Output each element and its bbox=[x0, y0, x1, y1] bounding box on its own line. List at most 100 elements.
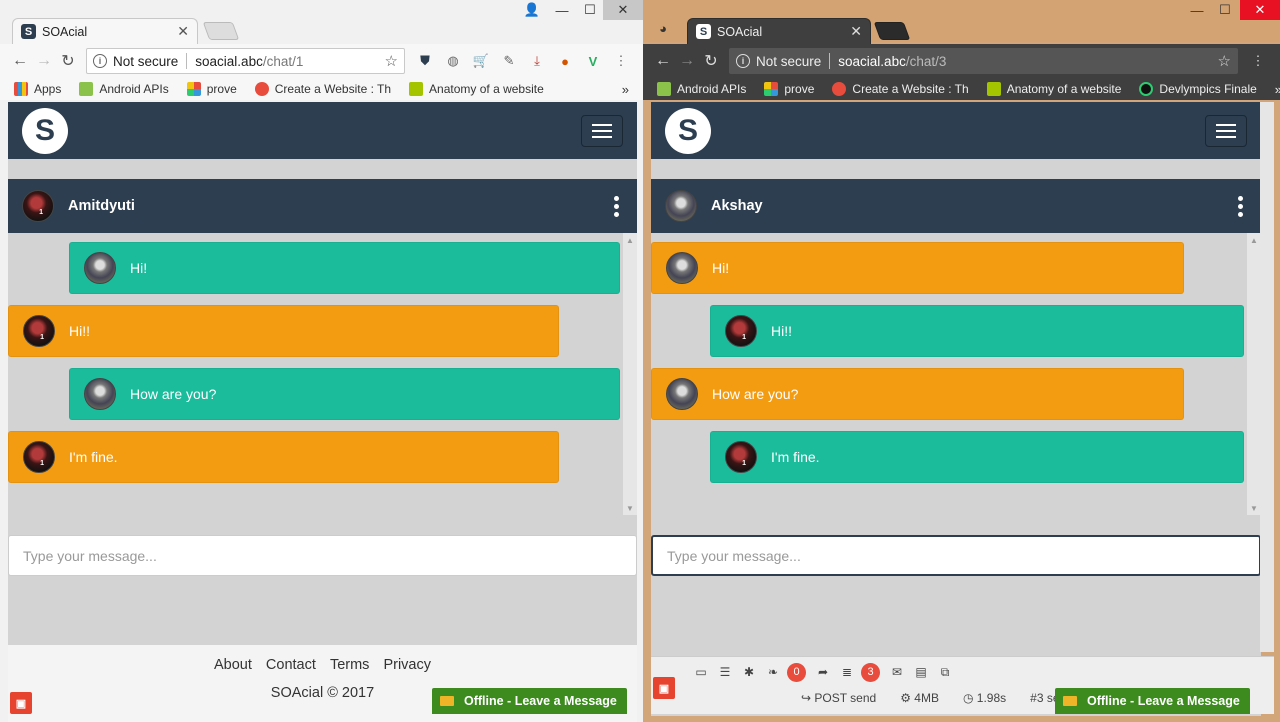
envelope-icon bbox=[1063, 696, 1077, 706]
reload-icon[interactable]: ↻ bbox=[56, 49, 80, 73]
android-icon bbox=[79, 82, 94, 96]
more-bookmarks-icon[interactable]: » bbox=[622, 82, 629, 97]
cart-icon[interactable]: 🛒 bbox=[470, 50, 492, 72]
bookmark-item[interactable]: Anatomy of a website bbox=[986, 82, 1121, 96]
chat-contact-name: Akshay bbox=[711, 198, 763, 214]
avatar bbox=[665, 190, 697, 222]
minimize-button[interactable]: — bbox=[548, 0, 576, 20]
debugbar-logo-icon[interactable]: ▣ bbox=[10, 692, 32, 714]
bookmark-item[interactable]: Apps bbox=[14, 82, 61, 96]
reload-icon[interactable]: ↻ bbox=[699, 49, 723, 73]
messages-icon[interactable]: ▭ bbox=[690, 661, 712, 683]
divider bbox=[186, 53, 188, 69]
queries-count-badge: 3 bbox=[861, 662, 880, 682]
bookmark-item[interactable]: Create a Website : Th bbox=[254, 82, 391, 96]
info-icon[interactable]: i bbox=[93, 54, 107, 68]
scroll-down-icon[interactable]: ▼ bbox=[623, 501, 637, 515]
site-icon bbox=[832, 82, 847, 96]
footer-link-contact[interactable]: Contact bbox=[266, 657, 316, 673]
exceptions-icon[interactable]: ✱ bbox=[738, 661, 760, 683]
scroll-down-icon[interactable]: ▼ bbox=[1247, 501, 1261, 515]
extension-icon[interactable]: ● bbox=[554, 50, 576, 72]
tags-icon[interactable]: ⧉ bbox=[934, 661, 956, 683]
bookmark-item[interactable]: Anatomy of a website bbox=[409, 82, 544, 96]
scroll-up-icon[interactable]: ▲ bbox=[1247, 233, 1261, 247]
chat-contact-name: Amitdyuti bbox=[68, 198, 135, 214]
hamburger-menu-button[interactable] bbox=[1205, 114, 1247, 147]
bookmark-item[interactable]: Create a Website : Th bbox=[832, 82, 969, 96]
scroll-up-icon[interactable]: ▲ bbox=[623, 233, 637, 247]
download-icon[interactable]: ⤓ bbox=[526, 50, 548, 72]
page-icon bbox=[409, 82, 424, 96]
session-icon[interactable]: ▤ bbox=[910, 661, 932, 683]
mail-icon[interactable]: ✉ bbox=[886, 661, 908, 683]
back-icon[interactable]: ← bbox=[8, 49, 32, 73]
offline-message-widget[interactable]: Offline - Leave a Message bbox=[432, 688, 627, 714]
menu-icon[interactable]: ⋮ bbox=[1247, 50, 1269, 72]
ublock-icon[interactable]: ⛊ bbox=[414, 50, 436, 72]
favicon-icon: S bbox=[21, 24, 36, 39]
chat-header: Amitdyuti bbox=[8, 179, 637, 233]
bookmark-star-icon[interactable]: ☆ bbox=[1218, 52, 1231, 70]
message-list: Hi! Hi!! How are you? I'm fine. bbox=[8, 233, 637, 515]
more-options-icon[interactable] bbox=[1238, 195, 1243, 217]
bookmarks-bar: Android APIs prove Create a Website : Th… bbox=[643, 78, 1280, 100]
footer-link-terms[interactable]: Terms bbox=[330, 657, 369, 673]
hamburger-menu-button[interactable] bbox=[581, 114, 623, 147]
avatar bbox=[666, 252, 698, 284]
tab-title: SOAcial bbox=[717, 24, 763, 39]
site-logo[interactable]: S bbox=[22, 107, 68, 154]
more-options-icon[interactable] bbox=[614, 195, 619, 217]
views-icon[interactable]: ❧ bbox=[762, 661, 784, 683]
avatar bbox=[23, 315, 55, 347]
new-tab-button[interactable] bbox=[873, 22, 911, 40]
timeline-icon[interactable]: ☰ bbox=[714, 661, 736, 683]
tab-close-icon[interactable]: ✕ bbox=[177, 23, 189, 40]
footer-link-privacy[interactable]: Privacy bbox=[383, 657, 431, 673]
message-scrollbar[interactable]: ▲ ▼ bbox=[1247, 233, 1261, 515]
new-tab-button[interactable] bbox=[202, 22, 240, 40]
address-bar[interactable]: i Not secure soacial.abc/chat/3 ☆ bbox=[729, 48, 1238, 74]
browser-tab[interactable]: S SOAcial ✕ bbox=[687, 18, 871, 44]
back-icon[interactable]: ← bbox=[651, 49, 675, 73]
page-scrollbar[interactable] bbox=[1260, 102, 1274, 652]
avatar bbox=[725, 441, 757, 473]
route-icon[interactable]: ➦ bbox=[812, 661, 834, 683]
close-window-button[interactable]: ✕ bbox=[603, 0, 643, 20]
maximize-button[interactable]: ☐ bbox=[1211, 0, 1239, 20]
page-viewport: S Akshay Hi! Hi!! How are you? I'm f bbox=[651, 102, 1261, 716]
debugbar-logo-icon[interactable]: ▣ bbox=[653, 677, 675, 699]
browser-tab[interactable]: S SOAcial ✕ bbox=[12, 18, 198, 44]
message-scrollbar[interactable]: ▲ ▼ bbox=[623, 233, 637, 515]
incognito-icon: ◕ bbox=[659, 20, 667, 36]
minimize-button[interactable]: — bbox=[1183, 0, 1211, 20]
address-bar[interactable]: i Not secure soacial.abc/chat/1 ☆ bbox=[86, 48, 405, 74]
globe-icon[interactable]: ◍ bbox=[442, 50, 464, 72]
info-icon[interactable]: i bbox=[736, 54, 750, 68]
site-logo[interactable]: S bbox=[665, 107, 711, 154]
close-window-button[interactable]: ✕ bbox=[1240, 0, 1280, 20]
vue-devtools-icon[interactable]: V bbox=[582, 50, 604, 72]
message-input[interactable]: Type your message... bbox=[651, 535, 1261, 576]
message-input[interactable]: Type your message... bbox=[8, 535, 637, 576]
profile-icon[interactable]: 👤 bbox=[518, 0, 546, 20]
forward-icon[interactable]: → bbox=[675, 49, 699, 73]
tab-title: SOAcial bbox=[42, 24, 88, 39]
tab-close-icon[interactable]: ✕ bbox=[850, 23, 862, 40]
eyedropper-icon[interactable]: ✎ bbox=[498, 50, 520, 72]
message-bubble: I'm fine. bbox=[8, 431, 559, 483]
bookmark-item[interactable]: Android APIs bbox=[79, 82, 169, 96]
footer-link-about[interactable]: About bbox=[214, 657, 252, 673]
bookmark-item[interactable]: Android APIs bbox=[657, 82, 746, 96]
more-bookmarks-icon[interactable]: » bbox=[1275, 82, 1280, 97]
title-bar: ◕ S SOAcial ✕ — ☐ ✕ bbox=[643, 0, 1280, 44]
bookmark-item[interactable]: prove bbox=[764, 82, 814, 96]
bookmark-item[interactable]: prove bbox=[186, 82, 237, 96]
offline-message-widget[interactable]: Offline - Leave a Message bbox=[1055, 688, 1250, 714]
bookmark-star-icon[interactable]: ☆ bbox=[385, 52, 398, 70]
forward-icon[interactable]: → bbox=[32, 49, 56, 73]
queries-icon[interactable]: ≣ bbox=[836, 661, 858, 683]
maximize-button[interactable]: ☐ bbox=[576, 0, 604, 20]
bookmark-item[interactable]: Devlympics Finale bbox=[1139, 82, 1257, 96]
menu-icon[interactable]: ⋮ bbox=[610, 50, 632, 72]
